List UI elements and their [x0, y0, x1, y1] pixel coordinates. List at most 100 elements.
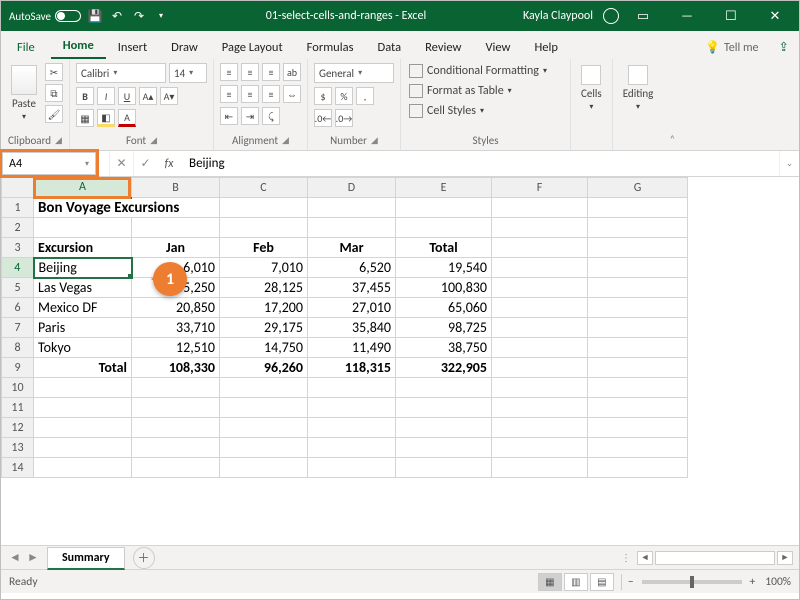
cell[interactable]: [396, 218, 492, 238]
cell[interactable]: 28,125: [220, 278, 308, 298]
cell[interactable]: 6,520: [308, 258, 396, 278]
col-header-d[interactable]: D: [308, 178, 396, 198]
editing-button[interactable]: Editing ▾: [619, 63, 658, 114]
fill-color-icon[interactable]: ◧: [97, 109, 115, 127]
cell[interactable]: [34, 398, 132, 418]
underline-button[interactable]: U: [118, 87, 136, 105]
zoom-out-icon[interactable]: −: [628, 575, 634, 589]
cell[interactable]: Mexico DF: [34, 298, 132, 318]
number-format-select[interactable]: General▾: [314, 63, 394, 83]
cell[interactable]: [308, 458, 396, 478]
cell[interactable]: [308, 198, 396, 218]
cell[interactable]: [220, 438, 308, 458]
cell[interactable]: 33,710: [132, 318, 220, 338]
cell[interactable]: [492, 218, 588, 238]
accounting-icon[interactable]: $: [314, 87, 332, 105]
conditional-formatting-button[interactable]: Conditional Formatting▾: [407, 63, 549, 79]
cell[interactable]: [588, 458, 688, 478]
cell[interactable]: 29,175: [220, 318, 308, 338]
cell[interactable]: [34, 378, 132, 398]
font-name-select[interactable]: Calibri▾: [76, 63, 166, 83]
orientation-icon[interactable]: ⤹: [262, 107, 280, 125]
new-sheet-button[interactable]: ＋: [133, 547, 155, 569]
cell[interactable]: [308, 438, 396, 458]
cell[interactable]: [132, 218, 220, 238]
align-bottom-icon[interactable]: ≡: [262, 63, 280, 81]
tell-me-search[interactable]: 💡 Tell me: [695, 36, 768, 59]
cell[interactable]: [220, 378, 308, 398]
normal-view-icon[interactable]: ▦: [538, 573, 562, 591]
row-header[interactable]: 1: [2, 198, 34, 218]
row-header[interactable]: 10: [2, 378, 34, 398]
cell[interactable]: [588, 238, 688, 258]
cell[interactable]: [588, 418, 688, 438]
cell[interactable]: [308, 418, 396, 438]
cell[interactable]: [492, 258, 588, 278]
cell[interactable]: [220, 218, 308, 238]
cell[interactable]: [34, 418, 132, 438]
share-button[interactable]: ⇪: [769, 35, 799, 59]
cell[interactable]: Feb: [220, 238, 308, 258]
cell[interactable]: [492, 278, 588, 298]
cell[interactable]: [34, 458, 132, 478]
cut-icon[interactable]: ✂: [45, 63, 63, 81]
cell[interactable]: 11,490: [308, 338, 396, 358]
cell[interactable]: [492, 238, 588, 258]
tab-insert[interactable]: Insert: [106, 35, 159, 59]
cell[interactable]: [220, 458, 308, 478]
cell[interactable]: 322,905: [396, 358, 492, 378]
align-right-icon[interactable]: ≡: [262, 85, 280, 103]
redo-icon[interactable]: ↷: [131, 8, 147, 24]
tab-file[interactable]: File: [1, 35, 51, 59]
maximize-icon[interactable]: ☐: [711, 1, 751, 31]
cell[interactable]: 14,750: [220, 338, 308, 358]
cell[interactable]: [492, 378, 588, 398]
cell[interactable]: 20,850: [132, 298, 220, 318]
row-header[interactable]: 12: [2, 418, 34, 438]
name-box[interactable]: A4 ▾: [2, 152, 96, 175]
cell[interactable]: [396, 378, 492, 398]
row-header[interactable]: 8: [2, 338, 34, 358]
cell[interactable]: [588, 258, 688, 278]
tab-home[interactable]: Home: [51, 33, 106, 59]
cell[interactable]: [492, 318, 588, 338]
split-icon[interactable]: ⋮: [621, 551, 631, 564]
grow-font-icon[interactable]: A▴: [139, 87, 157, 105]
hscroll-right-icon[interactable]: ►: [777, 551, 793, 565]
row-header[interactable]: 9: [2, 358, 34, 378]
cell[interactable]: 17,200: [220, 298, 308, 318]
align-left-icon[interactable]: ≡: [220, 85, 238, 103]
cell[interactable]: [588, 438, 688, 458]
cell[interactable]: [308, 378, 396, 398]
qat-dropdown-icon[interactable]: ▾: [153, 8, 169, 24]
cell[interactable]: [132, 438, 220, 458]
tab-formulas[interactable]: Formulas: [295, 35, 366, 59]
col-header-b[interactable]: B: [132, 178, 220, 198]
tab-review[interactable]: Review: [413, 35, 473, 59]
tab-help[interactable]: Help: [523, 35, 570, 59]
select-all-corner[interactable]: [2, 178, 34, 198]
align-middle-icon[interactable]: ≡: [241, 63, 259, 81]
cell[interactable]: [588, 218, 688, 238]
cell[interactable]: 98,725: [396, 318, 492, 338]
cell[interactable]: [588, 278, 688, 298]
cell[interactable]: [220, 198, 308, 218]
undo-icon[interactable]: ↶: [109, 8, 125, 24]
insert-function-icon[interactable]: fx: [157, 151, 181, 176]
cell[interactable]: [588, 298, 688, 318]
sheet-tab-summary[interactable]: Summary: [47, 547, 125, 570]
cell[interactable]: [588, 398, 688, 418]
cell[interactable]: Las Vegas: [34, 278, 132, 298]
font-size-select[interactable]: 14▾: [169, 63, 207, 83]
cells-button[interactable]: Cells ▾: [577, 63, 606, 114]
cell[interactable]: [492, 438, 588, 458]
cell[interactable]: [34, 218, 132, 238]
minimize-icon[interactable]: —: [667, 1, 707, 31]
cell[interactable]: 37,455: [308, 278, 396, 298]
tab-draw[interactable]: Draw: [159, 35, 210, 59]
copy-icon[interactable]: ⧉: [45, 84, 63, 102]
row-header[interactable]: 5: [2, 278, 34, 298]
row-header[interactable]: 2: [2, 218, 34, 238]
hscroll-track[interactable]: [655, 551, 775, 565]
cell[interactable]: 108,330: [132, 358, 220, 378]
